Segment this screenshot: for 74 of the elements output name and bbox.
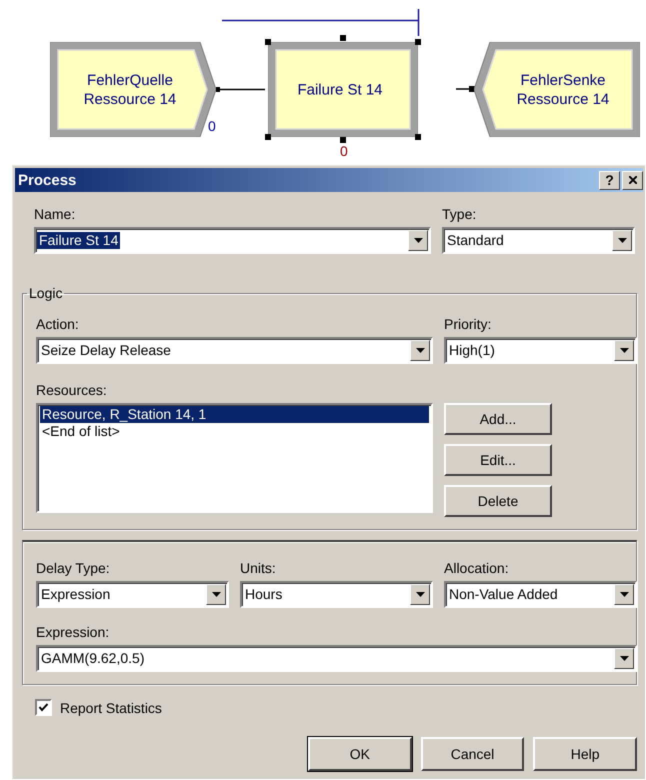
caret-icon	[414, 238, 422, 243]
action-button[interactable]: Delete	[444, 485, 552, 517]
action-button[interactable]: Add...	[444, 403, 552, 435]
dropdown-button[interactable]	[614, 340, 634, 361]
field-label: Resources:	[36, 382, 108, 398]
block-label: FehlerQuelle Ressource 14	[82, 70, 178, 108]
create-block[interactable]	[50, 42, 216, 137]
expression-combo-box[interactable]: GAMM(9.62,0.5)	[36, 645, 637, 672]
action-button[interactable]: Edit...	[444, 444, 552, 476]
caret-icon	[618, 238, 626, 243]
caret-icon	[620, 348, 628, 353]
selection-handle[interactable]	[265, 134, 271, 140]
list-item[interactable]: <End of list>	[40, 423, 429, 440]
check-icon	[38, 702, 49, 713]
window-title: Process	[18, 172, 78, 188]
caret-icon	[416, 348, 424, 353]
field-label: Units:	[240, 560, 277, 576]
field-label: Delay Type:	[36, 560, 111, 576]
dropdown-button[interactable]	[614, 584, 634, 605]
selection-handle[interactable]	[340, 35, 346, 41]
field-label: Allocation:	[444, 560, 510, 576]
priority-combo-box[interactable]: High(1)	[444, 337, 637, 364]
caret-icon	[620, 592, 628, 597]
dialog-button[interactable]: OK	[308, 737, 412, 771]
combo-box[interactable]: Non-Value Added	[444, 581, 637, 608]
help-button[interactable]: ?	[599, 170, 620, 190]
dispose-block[interactable]	[474, 42, 640, 137]
selection-handle[interactable]	[265, 39, 271, 45]
type-combo-box[interactable]: Standard	[442, 227, 635, 254]
name-combo-box[interactable]: Failure St 14	[34, 227, 431, 254]
dropdown-button[interactable]	[612, 230, 632, 251]
caret-icon	[620, 656, 628, 661]
process-block[interactable]	[268, 42, 418, 137]
connector-line	[456, 85, 475, 93]
block-label: FehlerSenke Ressource 14	[516, 70, 610, 108]
combo-box[interactable]: Expression	[36, 581, 229, 608]
combo-value: Hours	[244, 586, 284, 603]
close-icon	[628, 176, 636, 184]
field-label: Type:	[442, 206, 478, 222]
field-label: Action:	[36, 316, 80, 332]
dropdown-button[interactable]	[410, 340, 430, 361]
combo-value: GAMM(9.62,0.5)	[40, 650, 146, 667]
dropdown-button[interactable]	[206, 584, 226, 605]
field-label: Expression:	[36, 624, 110, 640]
list-item[interactable]: Resource, R_Station 14, 1	[40, 406, 429, 423]
action-combo-box[interactable]: Seize Delay Release	[36, 337, 433, 364]
dropdown-button[interactable]	[410, 584, 430, 605]
combo-box[interactable]: Hours	[240, 581, 433, 608]
caret-icon	[212, 592, 220, 597]
field-label: Name:	[34, 206, 76, 222]
combo-value: Standard	[446, 232, 505, 249]
group-title: Logic	[28, 286, 64, 300]
checkbox-label: Report Statistics	[60, 700, 162, 716]
dropdown-button[interactable]	[614, 648, 634, 669]
resources-list-box[interactable]: Resource, R_Station 14, 1 <End of list>	[36, 403, 433, 513]
connector-line	[216, 86, 266, 93]
field-label: Priority:	[444, 316, 492, 332]
close-button[interactable]	[622, 170, 643, 190]
count-label: 0	[208, 118, 216, 134]
caret-icon	[416, 592, 424, 597]
combo-value: Non-Value Added	[448, 586, 559, 603]
dropdown-button[interactable]	[408, 230, 428, 251]
combo-value: Failure St 14	[37, 232, 120, 249]
selection-handle[interactable]	[415, 39, 421, 45]
block-label: Failure St 14	[296, 80, 384, 99]
selection-handle[interactable]	[415, 134, 421, 140]
dialog-button[interactable]: Cancel	[420, 737, 524, 771]
combo-value: High(1)	[448, 342, 496, 359]
combo-value: Expression	[40, 586, 112, 603]
checkbox[interactable]	[35, 699, 52, 716]
combo-value: Seize Delay Release	[40, 342, 172, 359]
selection-handle[interactable]	[340, 137, 346, 143]
dialog-button[interactable]: Help	[533, 737, 638, 771]
count-label: 0	[340, 143, 348, 159]
